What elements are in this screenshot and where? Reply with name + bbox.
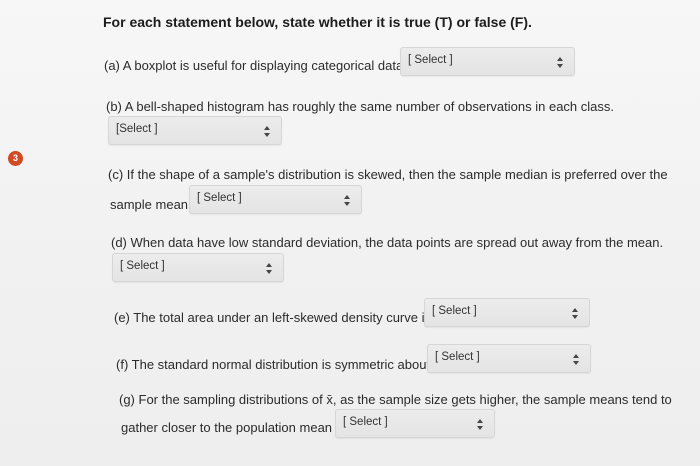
select-b-value: [Select ] [116, 123, 158, 135]
statement-d: (d) When data have low standard deviatio… [111, 235, 664, 250]
select-f-value: [ Select ] [435, 351, 480, 363]
select-a-value: [ Select ] [408, 54, 453, 66]
select-e-value: [ Select ] [432, 305, 477, 317]
statement-c-line1: (c) If the shape of a sample's distribut… [108, 167, 668, 182]
select-d-value: [ Select ] [120, 260, 165, 272]
quiz-page: 3 For each statement below, state whethe… [0, 0, 700, 466]
statement-a: (a) A boxplot is useful for displaying c… [104, 58, 407, 73]
statement-c-line2: sample mean. [110, 197, 192, 212]
question-number-badge: 3 [8, 151, 23, 166]
statement-b: (b) A bell-shaped histogram has roughly … [106, 99, 614, 114]
select-d[interactable]: [ Select ] [112, 253, 284, 282]
up-down-arrows-icon [265, 262, 273, 275]
select-c[interactable]: [ Select ] [189, 185, 362, 214]
select-e[interactable]: [ Select ] [424, 298, 590, 327]
up-down-arrows-icon [343, 194, 351, 207]
up-down-arrows-icon [263, 125, 271, 138]
select-g[interactable]: [ Select ] [335, 409, 495, 438]
statement-f: (f) The standard normal distribution is … [116, 357, 445, 372]
select-g-value: [ Select ] [343, 416, 388, 428]
up-down-arrows-icon [476, 418, 484, 431]
question-heading: For each statement below, state whether … [103, 14, 532, 30]
select-f[interactable]: [ Select ] [427, 344, 591, 373]
statement-g-line1: (g) For the sampling distributions of x̄… [119, 392, 672, 407]
statement-e: (e) The total area under an left-skewed … [114, 310, 446, 325]
up-down-arrows-icon [572, 353, 580, 366]
up-down-arrows-icon [556, 56, 564, 69]
select-c-value: [ Select ] [197, 192, 242, 204]
statement-g-line2: gather closer to the population mean μ. [121, 420, 347, 435]
select-b[interactable]: [Select ] [108, 116, 282, 145]
select-a[interactable]: [ Select ] [400, 47, 575, 76]
up-down-arrows-icon [571, 307, 579, 320]
